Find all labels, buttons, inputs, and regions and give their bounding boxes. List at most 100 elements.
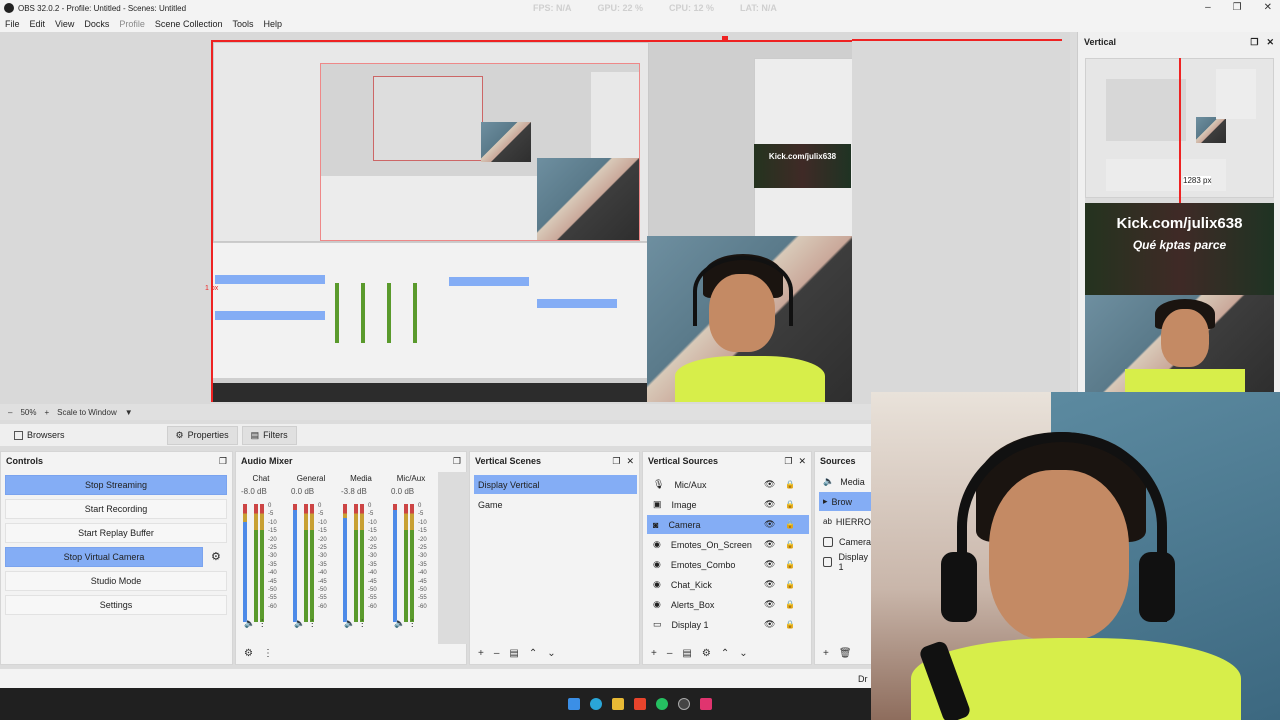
source-item-display[interactable]: Display 1 <box>819 552 873 572</box>
stop-streaming-button[interactable]: Stop Streaming <box>5 475 227 495</box>
source-item-hierro[interactable]: ab HIERRO <box>819 512 871 531</box>
visibility-eye-icon[interactable]: 👁 <box>764 599 775 610</box>
main-canvas-preview[interactable]: Kick.com/julix638 <box>211 40 852 402</box>
mixer-scrollbar[interactable] <box>438 472 468 644</box>
close-button[interactable]: ✕ <box>1264 2 1272 13</box>
move-down-icon[interactable]: ⌄ <box>739 648 747 659</box>
close-icon[interactable]: ✕ <box>798 456 806 467</box>
canvas-camera-source[interactable] <box>647 236 852 402</box>
volume-slider-fill[interactable] <box>243 521 247 622</box>
expand-icon[interactable]: ▸ <box>823 496 828 507</box>
scene-item-display-vertical[interactable]: Display Vertical <box>474 475 637 494</box>
remove-icon[interactable]: – <box>667 648 673 659</box>
scale-mode-select[interactable]: Scale to Window <box>57 408 117 417</box>
remove-icon[interactable]: – <box>494 648 500 659</box>
lock-icon[interactable]: 🔒 <box>785 520 795 529</box>
edge-icon[interactable] <box>590 698 602 710</box>
vertical-source-item[interactable]: 🎙 Mic/Aux 👁 🔒 <box>647 475 809 494</box>
speaker-icon[interactable]: 🔈 ⋮ <box>294 618 317 629</box>
visibility-eye-icon[interactable]: 👁 <box>764 539 775 550</box>
close-icon[interactable]: ✕ <box>626 456 634 467</box>
virtual-camera-settings-icon[interactable]: ⚙ <box>211 550 221 563</box>
menu-profile[interactable]: Profile <box>119 19 145 29</box>
vertical-source-item[interactable]: ▭ Display 1 👁 🔒 <box>647 615 809 634</box>
vertical-source-item[interactable]: ◉ Emotes_On_Screen 👁 🔒 <box>647 535 809 554</box>
menu-docks[interactable]: Docks <box>84 19 109 29</box>
visibility-eye-icon[interactable]: 👁 <box>764 619 775 630</box>
close-icon[interactable]: ✕ <box>1266 37 1274 48</box>
move-up-icon[interactable]: ⌃ <box>721 648 729 659</box>
tab-properties[interactable]: ⚙ Properties <box>166 425 238 445</box>
float-icon[interactable]: ❐ <box>612 456 620 467</box>
volume-slider-fill[interactable] <box>343 518 347 622</box>
tiktok-icon[interactable] <box>700 698 712 710</box>
speaker-icon[interactable]: 🔈 ⋮ <box>244 618 267 629</box>
visibility-eye-icon[interactable]: 👁 <box>764 559 775 570</box>
start-recording-button[interactable]: Start Recording <box>5 499 227 519</box>
source-item-media[interactable]: 🔈 Media <box>819 472 865 491</box>
add-icon[interactable]: + <box>823 648 829 659</box>
lock-icon[interactable]: 🔒 <box>785 540 795 549</box>
whatsapp-icon[interactable] <box>656 698 668 710</box>
filter-icon[interactable]: ▤ <box>509 648 518 659</box>
settings-button[interactable]: Settings <box>5 595 227 615</box>
minimize-button[interactable]: – <box>1205 2 1211 13</box>
add-icon[interactable]: + <box>478 648 484 659</box>
visibility-eye-icon[interactable]: 👁 <box>764 499 775 510</box>
visibility-eye-icon[interactable]: 👁 <box>764 479 775 490</box>
obs-icon[interactable] <box>678 698 690 710</box>
filter-icon[interactable]: ▤ <box>682 648 691 659</box>
source-item-browsers-group[interactable]: ▸ Brow <box>819 492 875 511</box>
float-icon[interactable]: ❐ <box>453 456 461 467</box>
volume-slider-fill[interactable] <box>293 509 297 622</box>
menu-help[interactable]: Help <box>263 19 282 29</box>
vertical-source-item[interactable]: ▣ Image 👁 🔒 <box>647 495 809 514</box>
scene-item-game[interactable]: Game <box>474 495 637 514</box>
float-icon[interactable]: ❐ <box>784 456 792 467</box>
speaker-icon[interactable]: 🔈 ⋮ <box>394 618 417 629</box>
tab-browsers[interactable]: Browsers <box>6 427 73 443</box>
vertical-canvas-preview[interactable]: 1283 px Kick.com/julix638 Qué kptas parc… <box>1085 58 1274 392</box>
float-icon[interactable]: ❐ <box>1250 37 1258 48</box>
brave-icon[interactable] <box>634 698 646 710</box>
lock-icon[interactable]: 🔒 <box>785 560 795 569</box>
visibility-eye-icon[interactable]: 👁 <box>764 579 775 590</box>
speaker-icon[interactable]: 🔈 ⋮ <box>344 618 367 629</box>
vertical-source-item[interactable]: ◉ Emotes_Combo 👁 🔒 <box>647 555 809 574</box>
studio-mode-button[interactable]: Studio Mode <box>5 571 227 591</box>
vertical-source-item[interactable]: ◉ Chat_Kick 👁 🔒 <box>647 575 809 594</box>
float-icon[interactable]: ❐ <box>219 456 227 467</box>
lock-icon[interactable]: 🔒 <box>785 620 795 629</box>
resize-handle[interactable] <box>722 36 728 42</box>
move-down-icon[interactable]: ⌄ <box>547 648 555 659</box>
lock-icon[interactable]: 🔒 <box>785 480 795 489</box>
volume-slider-fill[interactable] <box>393 509 397 622</box>
visibility-eye-icon[interactable]: 👁 <box>764 519 775 530</box>
menu-file[interactable]: File <box>5 19 20 29</box>
zoom-out-button[interactable]: – <box>8 408 12 417</box>
menu-scene-collection[interactable]: Scene Collection <box>155 19 223 29</box>
chevron-down-icon[interactable]: ▼ <box>125 408 133 417</box>
mixer-menu-icon[interactable]: ⋮ <box>263 648 273 659</box>
start-icon[interactable] <box>568 698 580 710</box>
lock-icon[interactable]: 🔒 <box>785 600 795 609</box>
zoom-in-button[interactable]: + <box>44 408 49 417</box>
menu-view[interactable]: View <box>55 19 74 29</box>
tab-filters[interactable]: ▤ Filters <box>241 425 297 445</box>
source-item-camera[interactable]: Camera <box>819 532 871 551</box>
maximize-button[interactable]: ❐ <box>1233 2 1242 13</box>
start-replay-buffer-button[interactable]: Start Replay Buffer <box>5 523 227 543</box>
lock-icon[interactable]: 🔒 <box>785 500 795 509</box>
add-icon[interactable]: + <box>651 648 657 659</box>
vertical-source-item[interactable]: ◙ Camera 👁 🔒 <box>647 515 809 534</box>
vertical-source-item[interactable]: ◉ Alerts_Box 👁 🔒 <box>647 595 809 614</box>
folder-icon[interactable] <box>612 698 624 710</box>
trash-icon[interactable]: 🗑 <box>839 648 852 659</box>
move-up-icon[interactable]: ⌃ <box>529 648 537 659</box>
menu-tools[interactable]: Tools <box>232 19 253 29</box>
advanced-audio-icon[interactable]: ⚙ <box>244 648 253 659</box>
lock-icon[interactable]: 🔒 <box>785 580 795 589</box>
menu-edit[interactable]: Edit <box>30 19 46 29</box>
stop-virtual-camera-button[interactable]: Stop Virtual Camera <box>5 547 203 567</box>
gear-icon[interactable]: ⚙ <box>702 648 711 659</box>
